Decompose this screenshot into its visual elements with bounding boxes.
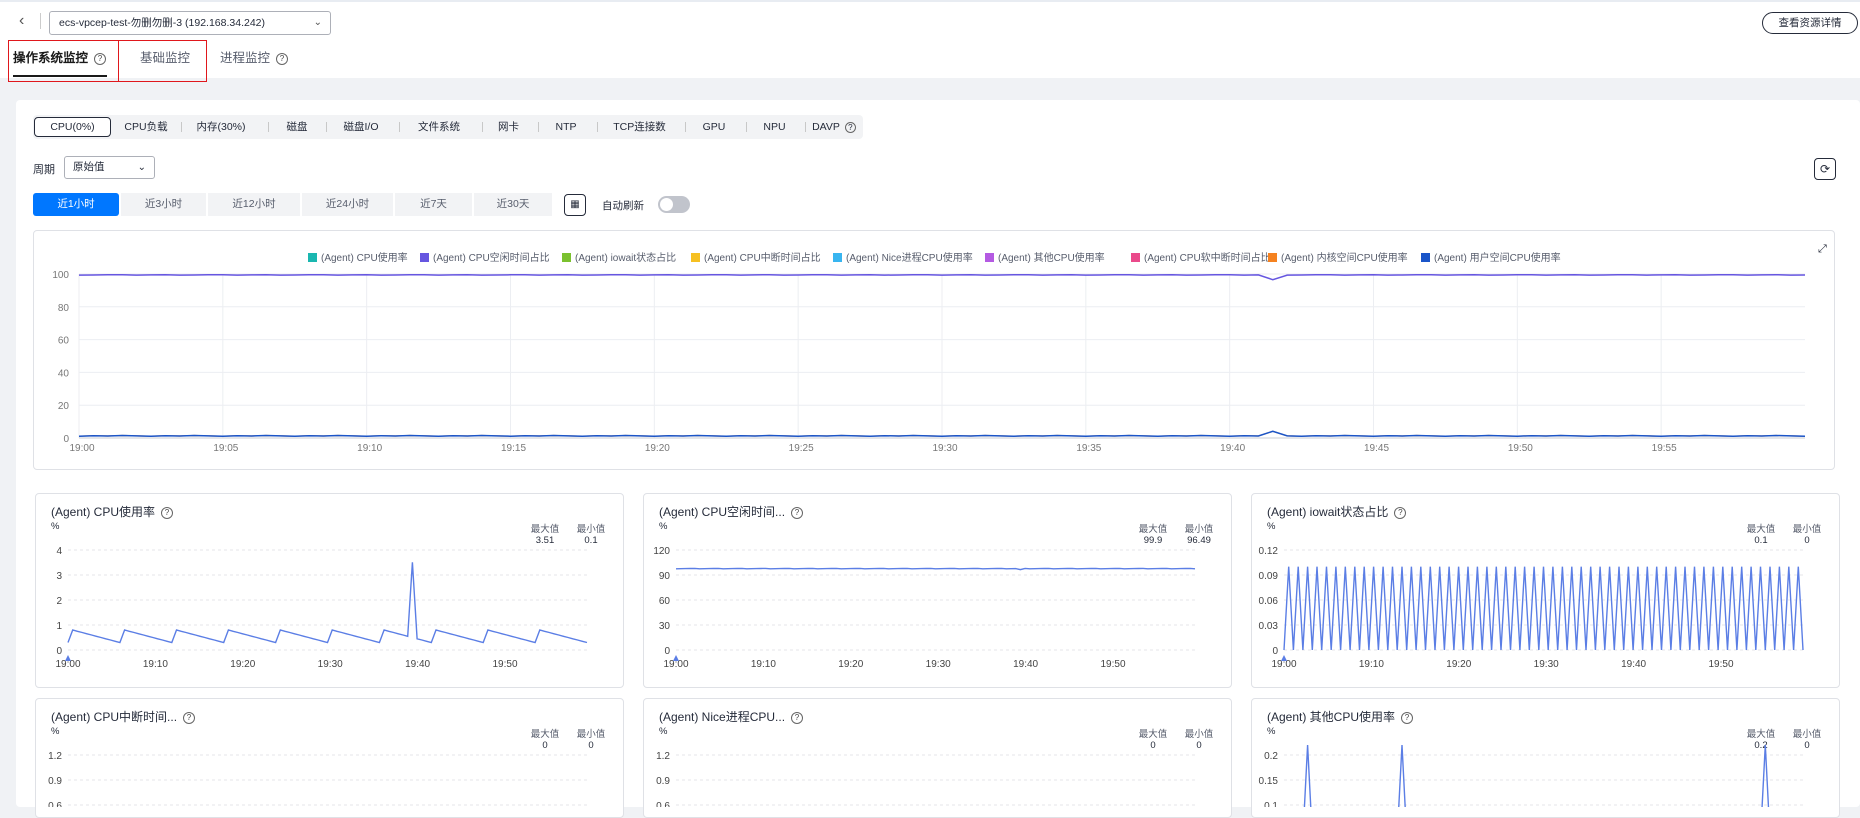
x-tick-label: 19:30 [926,659,951,670]
metric-card-chart: 120906030019:00 19:10 19:20 19:30 19:40 19:50 [653,546,1196,670]
y-tick-label: 1.2 [48,751,62,762]
x-tick-label: 19:10 [751,659,776,670]
y-tick-label: 0.03 [1259,621,1279,632]
metric-card-chart: 1.2 0.9 0.6 [656,751,1195,807]
y-tick-label: 0.09 [1259,571,1279,582]
y-tick-label: 0.9 [48,776,62,787]
y-tick-label: 3 [56,571,62,582]
x-tick-label: 19:20 [645,443,670,454]
x-tick-label: 19:40 [1220,443,1245,454]
x-tick-label: 19:40 [1621,659,1646,670]
x-tick-label: 19:30 [1534,659,1559,670]
y-tick-label: 60 [659,596,671,607]
y-tick-label: 0.1 [1264,801,1278,807]
y-tick-label: 0 [56,646,62,657]
y-tick-label: 40 [58,368,70,379]
y-tick-label: 0.6 [656,801,670,807]
x-tick-label: 19:40 [1013,659,1038,670]
x-tick-label: 19:10 [357,443,382,454]
x-tick-label: 19:15 [501,443,526,454]
x-tick-label: 19:20 [838,659,863,670]
y-tick-label: 120 [653,546,670,557]
y-tick-label: 1.2 [656,751,670,762]
y-tick-label: 60 [58,336,70,347]
metric-card-chart: 1.2 0.9 0.6 [48,751,587,807]
x-tick-label: 19:50 [1508,443,1533,454]
x-tick-label: 19:30 [318,659,343,670]
y-tick-label: 0 [664,646,670,657]
y-tick-label: 20 [58,401,70,412]
metric-line [1303,744,1770,807]
y-tick-label: 0.6 [48,801,62,807]
metric-line [675,567,1196,571]
x-tick-label: 19:00 [69,443,94,454]
x-tick-label: 19:20 [1446,659,1471,670]
metric-card-chart: 0.2 0.15 0.1 [1259,744,1803,807]
y-tick-label: 30 [659,621,671,632]
y-tick-label: 0.06 [1259,596,1279,607]
x-tick-label: 19:40 [405,659,430,670]
y-tick-label: 0.12 [1259,546,1279,557]
metric-card-chart: 0.120.090.060.03019:00 19:10 19:20 19:30 19:… [1259,546,1804,670]
y-tick-label: 100 [52,270,69,281]
metric-line [67,562,588,644]
min-marker-icon [65,655,71,661]
y-tick-label: 80 [58,303,70,314]
y-tick-label: 1 [56,621,62,632]
x-tick-label: 19:50 [492,659,517,670]
x-tick-label: 19:55 [1652,443,1677,454]
x-tick-label: 19:25 [789,443,814,454]
x-tick-label: 19:05 [213,443,238,454]
metric-line [1283,566,1804,651]
y-tick-label: 0.15 [1259,776,1279,787]
y-tick-label: 2 [56,596,62,607]
x-tick-label: 19:10 [1359,659,1384,670]
metric-card-chart: 4321019:00 19:10 19:20 19:30 19:40 19:50 [55,546,588,670]
x-tick-label: 19:50 [1100,659,1125,670]
x-tick-label: 19:45 [1364,443,1389,454]
x-tick-label: 19:50 [1708,659,1733,670]
min-marker-icon [673,655,679,661]
x-tick-label: 19:20 [230,659,255,670]
main-chart: 10080604020019:00 19:05 19:10 19:15 19:20 19:… [52,270,1806,454]
y-tick-label: 0 [1272,646,1278,657]
y-tick-label: 4 [56,546,62,557]
y-tick-label: 0.2 [1264,751,1278,762]
y-tick-label: 90 [659,571,671,582]
y-tick-label: 0.9 [656,776,670,787]
min-marker-icon [1281,655,1287,661]
x-tick-label: 19:10 [143,659,168,670]
x-tick-label: 19:30 [932,443,957,454]
x-tick-label: 19:35 [1076,443,1101,454]
